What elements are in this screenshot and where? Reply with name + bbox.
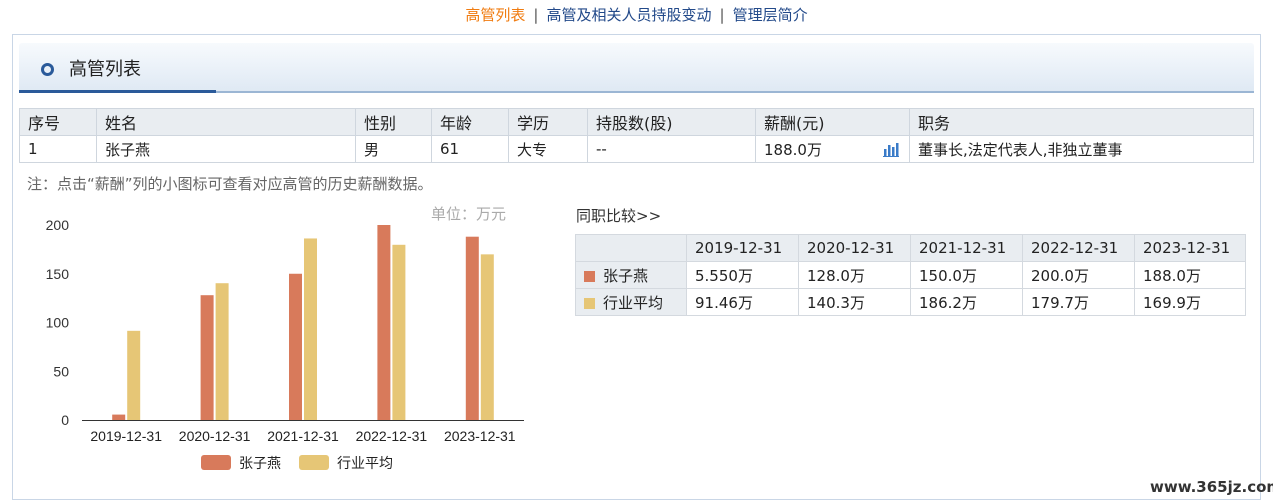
x-tick-label: 2023-12-31 bbox=[444, 428, 516, 444]
col-header-name: 姓名 bbox=[96, 108, 356, 136]
y-tick-label: 100 bbox=[46, 315, 70, 331]
cell-age: 61 bbox=[431, 135, 509, 163]
legend-swatch bbox=[584, 270, 595, 282]
compare-col-header: 2019-12-31 bbox=[686, 234, 799, 262]
compare-row: 行业平均 91.46万 140.3万 186.2万 179.7万 169.9万 bbox=[575, 288, 1246, 316]
col-header-shares: 持股数(股) bbox=[587, 108, 756, 136]
cell-name: 张子燕 bbox=[96, 135, 356, 163]
compare-cell: 179.7万 bbox=[1022, 288, 1135, 316]
cell-position: 董事长,法定代表人,非独立董事 bbox=[909, 135, 1254, 163]
compare-cell: 200.0万 bbox=[1022, 261, 1135, 289]
nav-separator: | bbox=[719, 6, 725, 24]
salary-bar-chart: 0 50 100 150 200 2019-12-31 2020-12-31 2021-12-… bbox=[46, 217, 524, 471]
peer-compare-table: 2019-12-31 2020-12-31 2021-12-31 2022-12… bbox=[575, 234, 1246, 316]
circle-bullet-icon bbox=[41, 63, 54, 76]
compare-row: 张子燕 5.550万 128.0万 150.0万 200.0万 188.0万 bbox=[575, 261, 1246, 289]
compare-row-name: 张子燕 bbox=[603, 266, 649, 285]
col-header-salary: 薪酬(元) bbox=[755, 108, 910, 136]
compare-row-label: 行业平均 bbox=[575, 288, 687, 316]
bar-industry-avg bbox=[480, 254, 494, 420]
bar-industry-avg bbox=[127, 330, 141, 420]
compare-col-header: 2022-12-31 bbox=[1022, 234, 1135, 262]
compare-cell: 169.9万 bbox=[1134, 288, 1246, 316]
bar-person bbox=[112, 414, 126, 420]
y-tick-label: 50 bbox=[53, 363, 69, 379]
col-header-gender: 性别 bbox=[355, 108, 432, 136]
compare-col-header: 2023-12-31 bbox=[1134, 234, 1246, 262]
nav-manager-list[interactable]: 高管列表 bbox=[465, 6, 525, 24]
bar-industry-avg bbox=[304, 238, 317, 420]
section-header: 高管列表 bbox=[19, 43, 1254, 93]
cell-education: 大专 bbox=[508, 135, 588, 163]
bar-industry-avg bbox=[215, 283, 229, 420]
bar-person bbox=[200, 295, 214, 420]
x-tick-label: 2019-12-31 bbox=[90, 428, 162, 444]
compare-col-header: 2020-12-31 bbox=[798, 234, 911, 262]
compare-col-header: 2021-12-31 bbox=[910, 234, 1023, 262]
compare-cell: 186.2万 bbox=[910, 288, 1023, 316]
legend-label: 张子燕 bbox=[239, 455, 281, 471]
cell-index: 1 bbox=[19, 135, 97, 163]
table-header-row: 序号 姓名 性别 年龄 学历 持股数(股) 薪酬(元) 职务 bbox=[19, 108, 1254, 136]
legend-swatch bbox=[201, 455, 231, 470]
section-title: 高管列表 bbox=[69, 59, 141, 80]
compare-cell: 140.3万 bbox=[798, 288, 911, 316]
compare-header-row: 2019-12-31 2020-12-31 2021-12-31 2022-12… bbox=[575, 234, 1246, 262]
bar-person bbox=[289, 273, 302, 420]
salary-note: 注：点击“薪酬”列的小图标可查看对应高管的历史薪酬数据。 bbox=[27, 175, 433, 193]
bar-chart-icon[interactable] bbox=[883, 141, 899, 157]
y-tick-label: 200 bbox=[46, 217, 70, 233]
x-tick-label: 2021-12-31 bbox=[267, 428, 339, 444]
y-tick-label: 150 bbox=[46, 266, 70, 282]
table-row: 1 张子燕 男 61 大专 -- 188.0万 董事长,法定代表人,非独立董事 bbox=[19, 135, 1254, 163]
compare-row-name: 行业平均 bbox=[603, 293, 664, 312]
cell-gender: 男 bbox=[355, 135, 432, 163]
legend-swatch bbox=[299, 455, 329, 470]
site-watermark: www.365jz.com bbox=[1150, 478, 1273, 496]
bar-industry-avg bbox=[392, 244, 406, 420]
cell-salary: 188.0万 bbox=[755, 135, 910, 163]
legend-label: 行业平均 bbox=[337, 455, 393, 471]
compare-cell: 5.550万 bbox=[686, 261, 799, 289]
legend-swatch bbox=[584, 297, 595, 309]
col-header-position: 职务 bbox=[909, 108, 1254, 136]
compare-cell: 150.0万 bbox=[910, 261, 1023, 289]
bar-person bbox=[465, 236, 479, 420]
compare-cell: 188.0万 bbox=[1134, 261, 1246, 289]
x-tick-label: 2020-12-31 bbox=[179, 428, 251, 444]
content-panel: 高管列表 序号 姓名 性别 年龄 学历 持股数(股) 薪酬(元) 职务 1 张子… bbox=[12, 34, 1261, 500]
compare-cell: 128.0万 bbox=[798, 261, 911, 289]
manager-table: 序号 姓名 性别 年龄 学历 持股数(股) 薪酬(元) 职务 1 张子燕 男 6… bbox=[19, 108, 1254, 163]
compare-cell: 91.46万 bbox=[686, 288, 799, 316]
col-header-education: 学历 bbox=[508, 108, 588, 136]
salary-value: 188.0万 bbox=[764, 140, 822, 159]
nav-management-intro[interactable]: 管理层简介 bbox=[733, 6, 808, 24]
peer-compare-link[interactable]: 同职比较>> bbox=[576, 205, 661, 226]
col-header-age: 年龄 bbox=[431, 108, 509, 136]
top-navigation: 高管列表 | 高管及相关人员持股变动 | 管理层简介 bbox=[0, 0, 1273, 32]
x-tick-label: 2022-12-31 bbox=[356, 428, 428, 444]
cell-shares: -- bbox=[587, 135, 756, 163]
bar-person bbox=[377, 225, 391, 420]
nav-separator: | bbox=[533, 6, 539, 24]
y-tick-label: 0 bbox=[61, 412, 69, 428]
nav-holding-changes[interactable]: 高管及相关人员持股变动 bbox=[546, 6, 711, 24]
compare-row-label: 张子燕 bbox=[575, 261, 687, 289]
col-header-index: 序号 bbox=[19, 108, 97, 136]
section-underline bbox=[19, 90, 216, 93]
compare-corner bbox=[575, 234, 687, 262]
